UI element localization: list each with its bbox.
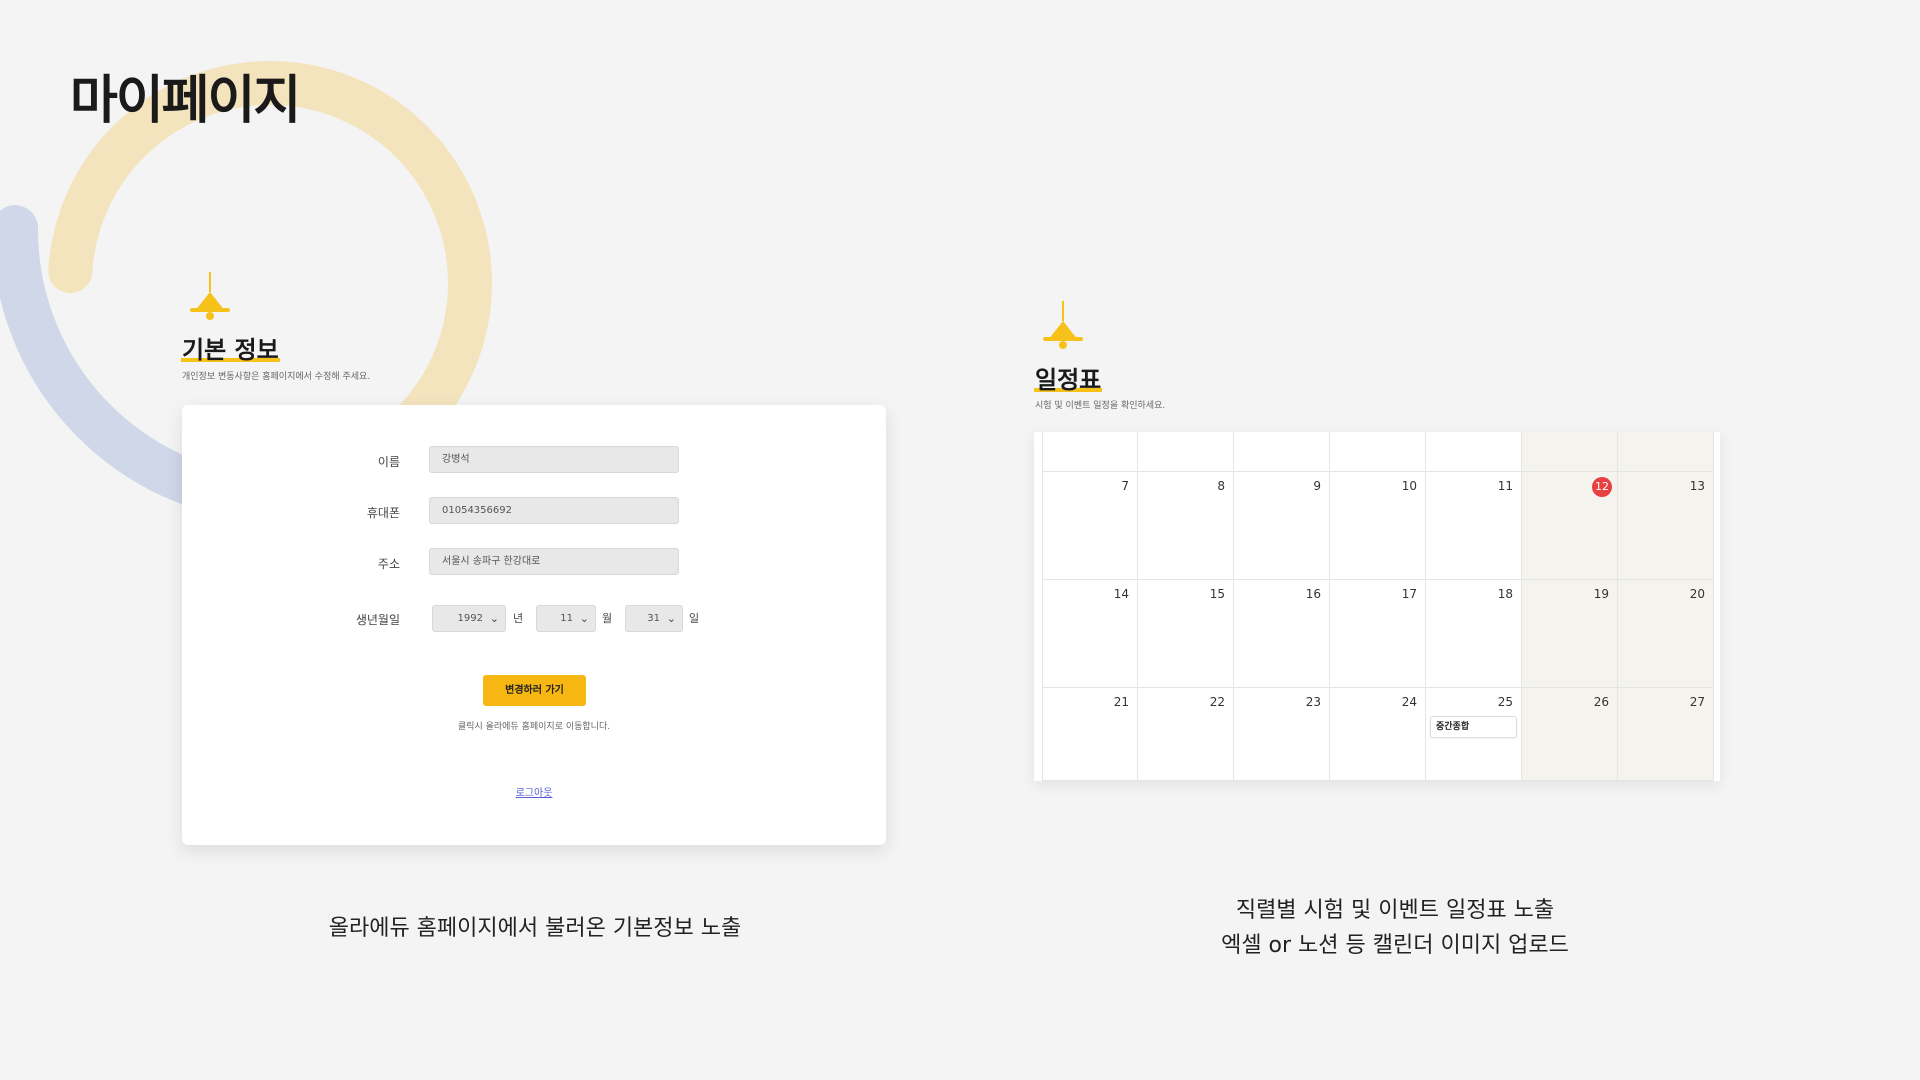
caption-left: 올라에듀 홈페이지에서 불러온 기본정보 노출 — [328, 916, 742, 941]
calendar-day-cell[interactable]: 7 — [1042, 472, 1138, 580]
calendar-day-cell[interactable] — [1138, 432, 1234, 472]
calendar-day-cell[interactable]: 12 — [1522, 472, 1618, 580]
section-subtitle-schedule: 시험 및 이벤트 일정을 확인하세요. — [1035, 401, 1166, 411]
calendar-day-cell[interactable]: 8 — [1138, 472, 1234, 580]
day-number: 25 — [1497, 695, 1513, 709]
calendar-day-cell[interactable] — [1426, 432, 1522, 472]
calendar-day-cell[interactable]: 23 — [1234, 688, 1330, 781]
day-number: 8 — [1217, 479, 1225, 493]
day-number: 23 — [1305, 695, 1321, 709]
calendar-day-cell[interactable]: 22 — [1138, 688, 1234, 781]
calendar-day-cell[interactable]: 26 — [1522, 688, 1618, 781]
chevron-down-icon: ⌄ — [489, 612, 499, 625]
calendar-day-cell[interactable]: 9 — [1234, 472, 1330, 580]
phone-field[interactable]: 01054356692 — [429, 497, 679, 524]
name-label: 이름 — [377, 455, 400, 469]
caption-right-line2: 엑셀 or 노션 등 캘린더 이미지 업로드 — [1221, 933, 1569, 958]
day-number: 10 — [1401, 479, 1417, 493]
address-field[interactable]: 서울시 송파구 한강대로 — [429, 548, 679, 575]
birth-day-select[interactable]: 31 ⌄ — [625, 605, 683, 632]
phone-label: 휴대폰 — [366, 506, 400, 520]
chevron-down-icon: ⌄ — [579, 612, 589, 625]
chevron-down-icon: ⌄ — [666, 612, 676, 625]
basic-info-card: 이름 강병석 휴대폰 01054356692 주소 서울시 송파구 한강대로 생… — [182, 405, 886, 845]
birthdate-label: 생년월일 — [355, 613, 400, 627]
day-number: 9 — [1313, 479, 1321, 493]
section-subtitle-basic-info: 개인정보 변동사항은 홈페이지에서 수정해 주세요. — [182, 372, 371, 382]
calendar-day-cell[interactable] — [1330, 432, 1426, 472]
birth-month-select[interactable]: 11 ⌄ — [536, 605, 596, 632]
calendar-day-cell[interactable]: 19 — [1522, 580, 1618, 688]
redirect-hint: 클릭시 올라에듀 홈페이지로 이동합니다. — [457, 722, 611, 732]
day-number: 16 — [1305, 587, 1321, 601]
day-number: 22 — [1209, 695, 1225, 709]
calendar-day-cell[interactable]: 24 — [1330, 688, 1426, 781]
day-number: 21 — [1113, 695, 1129, 709]
name-field[interactable]: 강병석 — [429, 446, 679, 473]
calendar-day-cell[interactable]: 11 — [1426, 472, 1522, 580]
calendar-day-cell[interactable] — [1234, 432, 1330, 472]
day-unit: 일 — [689, 612, 700, 625]
day-number: 24 — [1401, 695, 1417, 709]
calendar-day-cell[interactable] — [1042, 432, 1138, 472]
calendar-day-cell[interactable]: 18 — [1426, 580, 1522, 688]
day-number: 11 — [1497, 479, 1513, 493]
birth-day-value: 31 — [647, 613, 660, 624]
day-number: 26 — [1593, 695, 1609, 709]
page-title: 마이페이지 — [70, 71, 301, 131]
schedule-calendar: 7 8 9 10 11 12 13 14 15 16 17 18 19 20 21 22 23 24 25 중간종합 2… — [1034, 432, 1720, 781]
lamp-icon — [1043, 301, 1083, 349]
calendar-day-cell[interactable]: 20 — [1618, 580, 1714, 688]
day-number: 18 — [1497, 587, 1513, 601]
calendar-day-cell[interactable] — [1618, 432, 1714, 472]
month-unit: 월 — [602, 612, 613, 625]
calendar-day-cell[interactable]: 27 — [1618, 688, 1714, 781]
day-number: 7 — [1121, 479, 1129, 493]
calendar-day-cell[interactable]: 17 — [1330, 580, 1426, 688]
calendar-day-cell[interactable] — [1522, 432, 1618, 472]
change-info-button[interactable]: 변경하러 가기 — [483, 675, 586, 706]
section-title-schedule: 일정표 — [1034, 360, 1103, 395]
day-number: 17 — [1401, 587, 1417, 601]
day-number: 27 — [1689, 695, 1705, 709]
calendar-event[interactable]: 중간종합 — [1430, 716, 1517, 738]
day-number: 20 — [1689, 587, 1705, 601]
year-unit: 년 — [513, 612, 524, 625]
day-number: 19 — [1593, 587, 1609, 601]
birth-year-select[interactable]: 1992 ⌄ — [432, 605, 506, 632]
calendar-day-cell[interactable]: 13 — [1618, 472, 1714, 580]
birth-month-value: 11 — [560, 613, 573, 624]
section-title-basic-info: 기본 정보 — [181, 330, 280, 365]
calendar-grid: 7 8 9 10 11 12 13 14 15 16 17 18 19 20 21 22 23 24 25 중간종합 2… — [1042, 432, 1714, 781]
day-number: 15 — [1209, 587, 1225, 601]
lamp-icon — [190, 272, 230, 320]
calendar-day-cell[interactable]: 14 — [1042, 580, 1138, 688]
caption-right-line1: 직렬별 시험 및 이벤트 일정표 노출 — [1235, 898, 1555, 923]
calendar-day-cell[interactable]: 10 — [1330, 472, 1426, 580]
address-label: 주소 — [377, 557, 400, 571]
day-number: 14 — [1113, 587, 1129, 601]
birth-year-value: 1992 — [457, 613, 483, 624]
calendar-day-cell[interactable]: 15 — [1138, 580, 1234, 688]
logout-link[interactable]: 로그아웃 — [182, 784, 886, 799]
calendar-day-cell[interactable]: 25 중간종합 — [1426, 688, 1522, 781]
calendar-day-cell[interactable]: 16 — [1234, 580, 1330, 688]
today-day-number: 12 — [1592, 477, 1612, 497]
day-number: 13 — [1689, 479, 1705, 493]
calendar-day-cell[interactable]: 21 — [1042, 688, 1138, 781]
